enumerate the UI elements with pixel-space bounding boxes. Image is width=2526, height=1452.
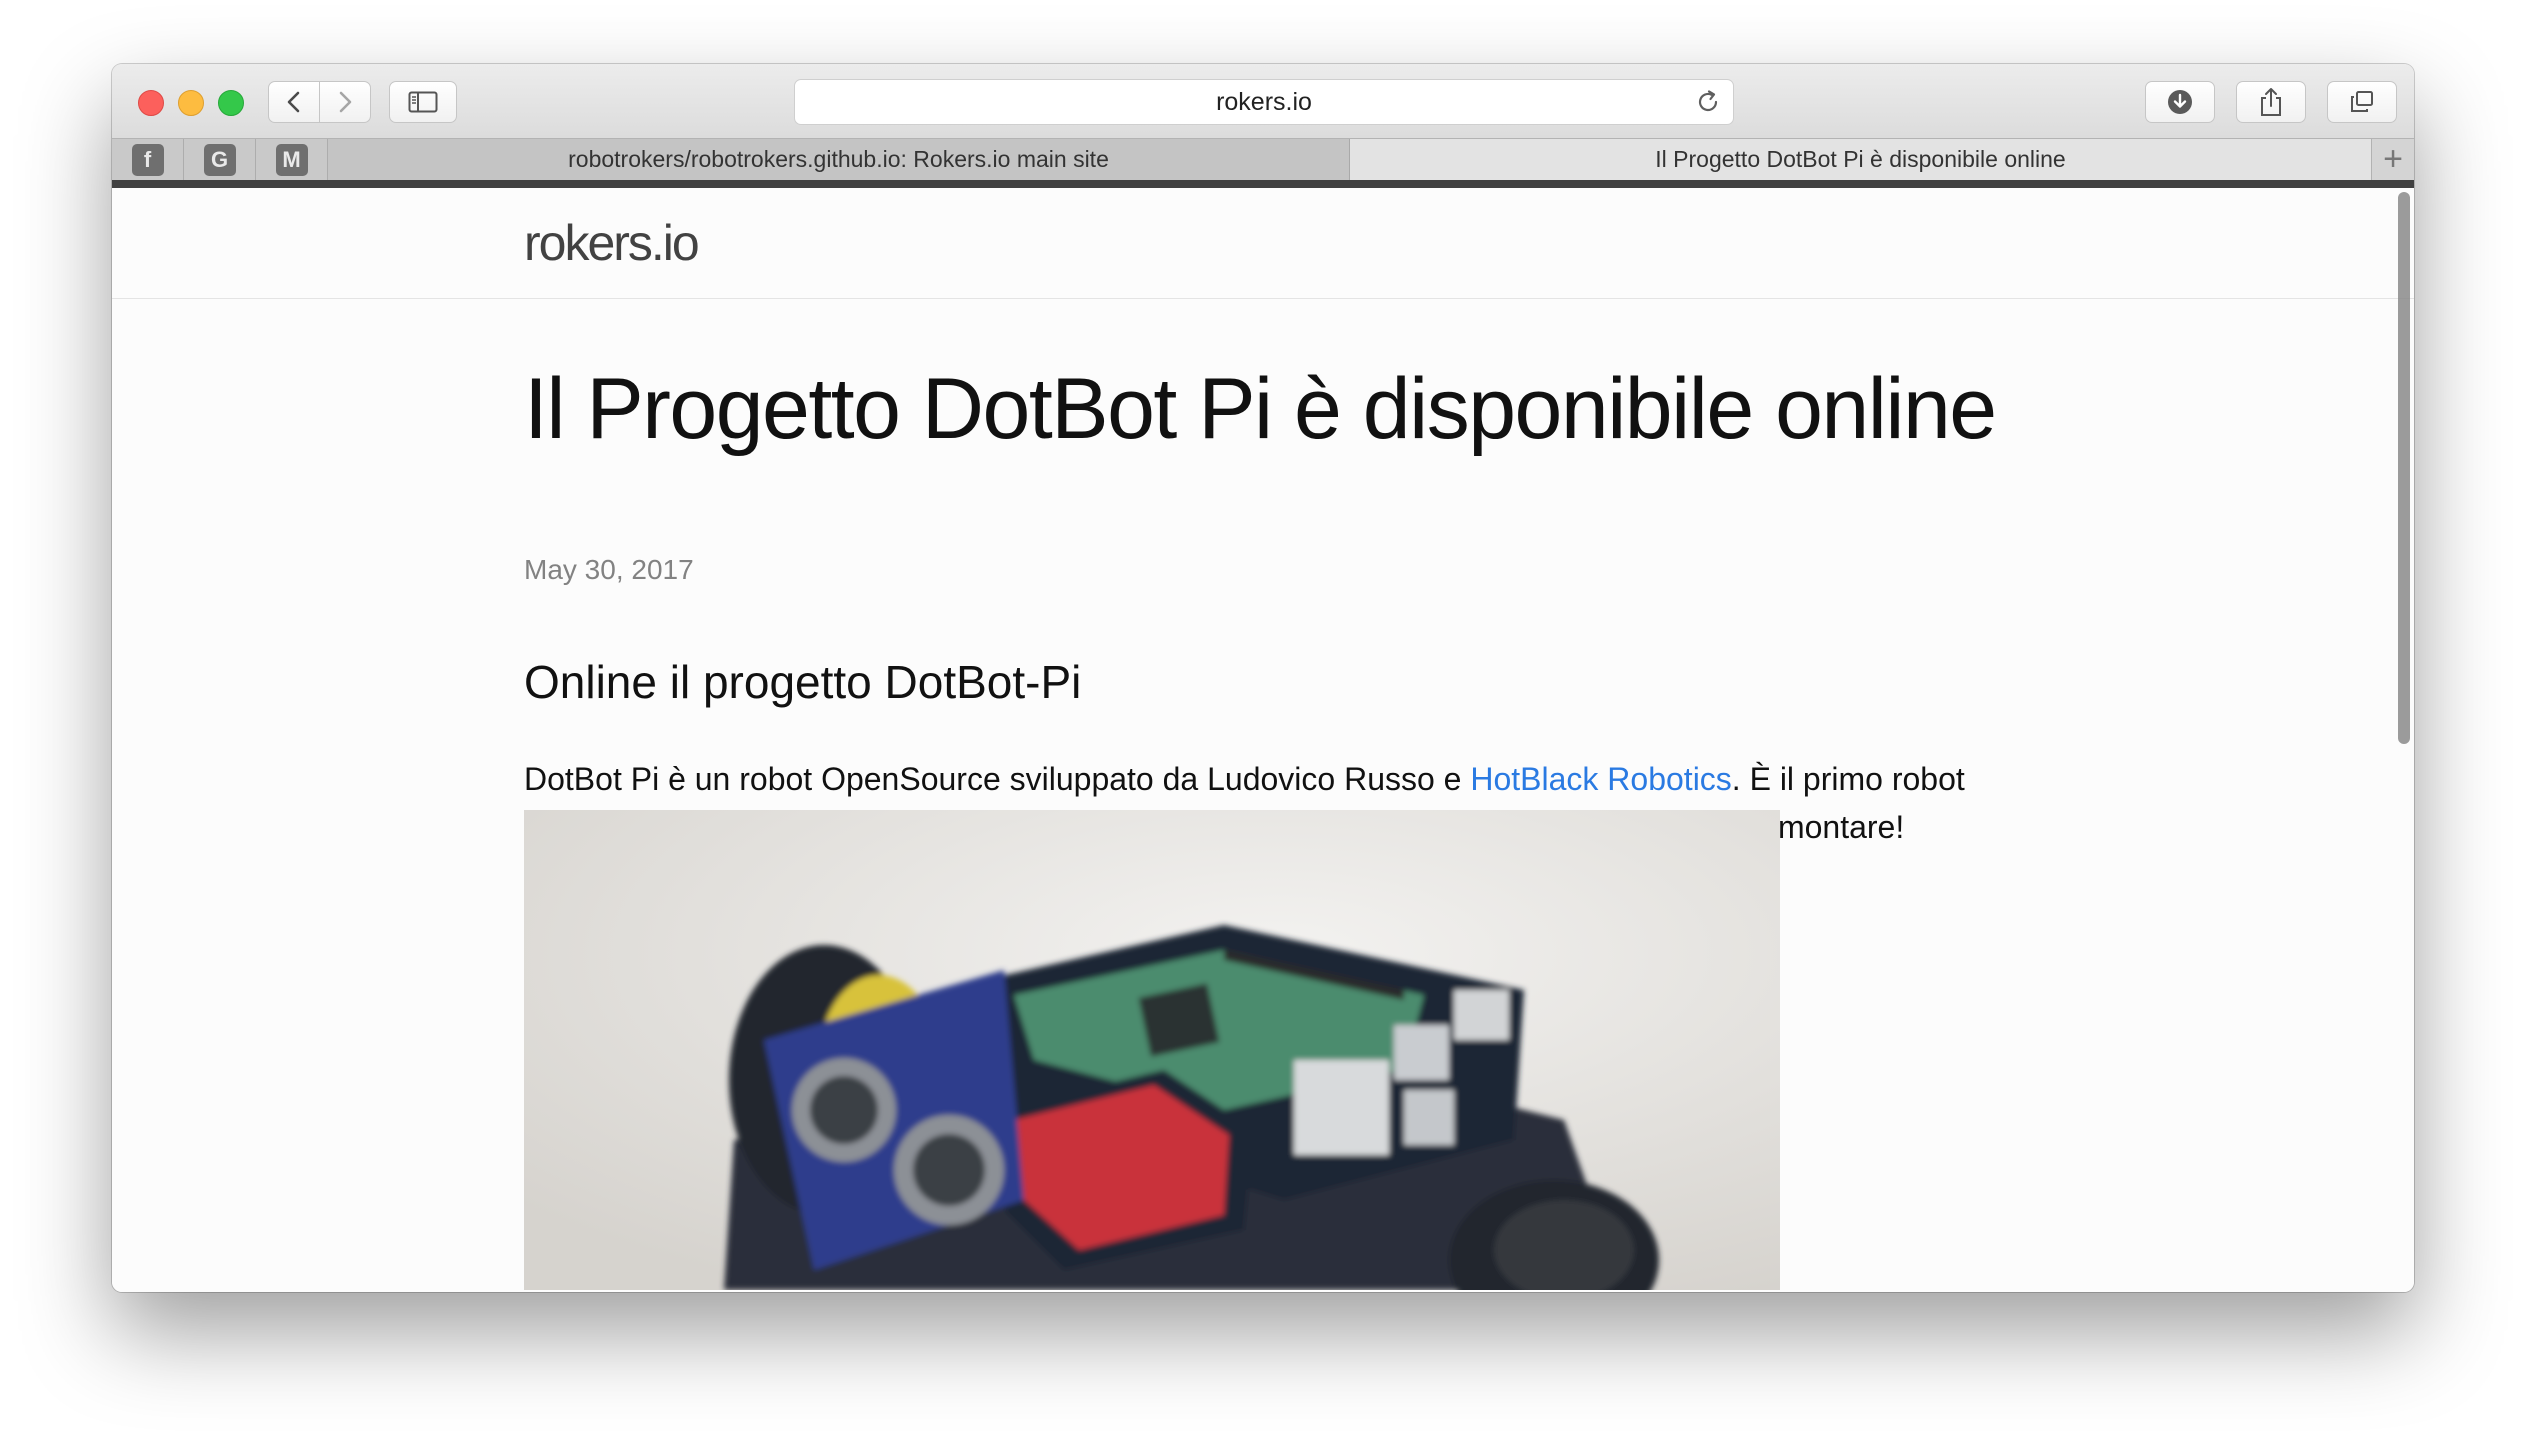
maximize-window-button[interactable]: [218, 90, 244, 116]
tab-github[interactable]: robotrokers/robotrokers.github.io: Roker…: [328, 139, 1350, 180]
minimize-window-button[interactable]: [178, 90, 204, 116]
tab-bar: f G M robotrokers/robotrokers.github.io:…: [112, 138, 2414, 180]
post-subtitle: Online il progetto DotBot-Pi: [524, 656, 1082, 708]
reload-icon[interactable]: [1695, 89, 1721, 115]
hotblack-robotics-link[interactable]: HotBlack Robotics: [1470, 761, 1731, 797]
downloads-button[interactable]: [2145, 81, 2215, 123]
post-title: Il Progetto DotBot Pi è disponibile onli…: [524, 361, 1997, 457]
address-bar[interactable]: rokers.io: [794, 79, 1734, 125]
gmail-icon: M: [275, 143, 308, 176]
back-button[interactable]: [268, 81, 320, 123]
favorite-facebook[interactable]: f: [112, 139, 184, 180]
browser-window: rokers.io f G M robotrokers/robotrokers.…: [112, 64, 2414, 1292]
robot-illustration: [524, 810, 1780, 1290]
chevron-left-icon: [287, 91, 300, 113]
favorite-google[interactable]: G: [184, 139, 256, 180]
close-window-button[interactable]: [138, 90, 164, 116]
dotbot-photo: [524, 810, 1780, 1290]
favorites-bar: f G M: [112, 139, 328, 180]
tab-divider: [112, 180, 2414, 188]
page-scrollbar[interactable]: [2398, 192, 2410, 744]
tabs-overview-icon: [2351, 91, 2373, 112]
forward-button[interactable]: [319, 81, 371, 123]
download-icon: [2168, 90, 2192, 114]
sidebar-icon: [408, 91, 438, 113]
tab-dotbot-post[interactable]: Il Progetto DotBot Pi è disponibile onli…: [1350, 139, 2372, 180]
show-all-tabs-button[interactable]: [2327, 81, 2397, 123]
browser-toolbar: rokers.io: [112, 64, 2414, 138]
facebook-icon: f: [131, 143, 164, 176]
share-icon: [2261, 88, 2281, 116]
site-header: rokers.io: [112, 188, 2414, 299]
share-button[interactable]: [2236, 81, 2306, 123]
post-body-text-1: DotBot Pi è un robot OpenSource sviluppa…: [524, 761, 1471, 797]
new-tab-button[interactable]: +: [2372, 139, 2414, 180]
post-date: May 30, 2017: [524, 554, 694, 585]
web-page: rokers.io Il Progetto DotBot Pi è dispon…: [112, 188, 2414, 1292]
sidebar-toggle-button[interactable]: [389, 81, 457, 123]
address-text: rokers.io: [1216, 87, 1312, 116]
favorite-gmail[interactable]: M: [256, 139, 328, 180]
site-title-link[interactable]: rokers.io: [524, 214, 700, 272]
chevron-right-icon: [339, 91, 352, 113]
google-icon: G: [203, 143, 236, 176]
